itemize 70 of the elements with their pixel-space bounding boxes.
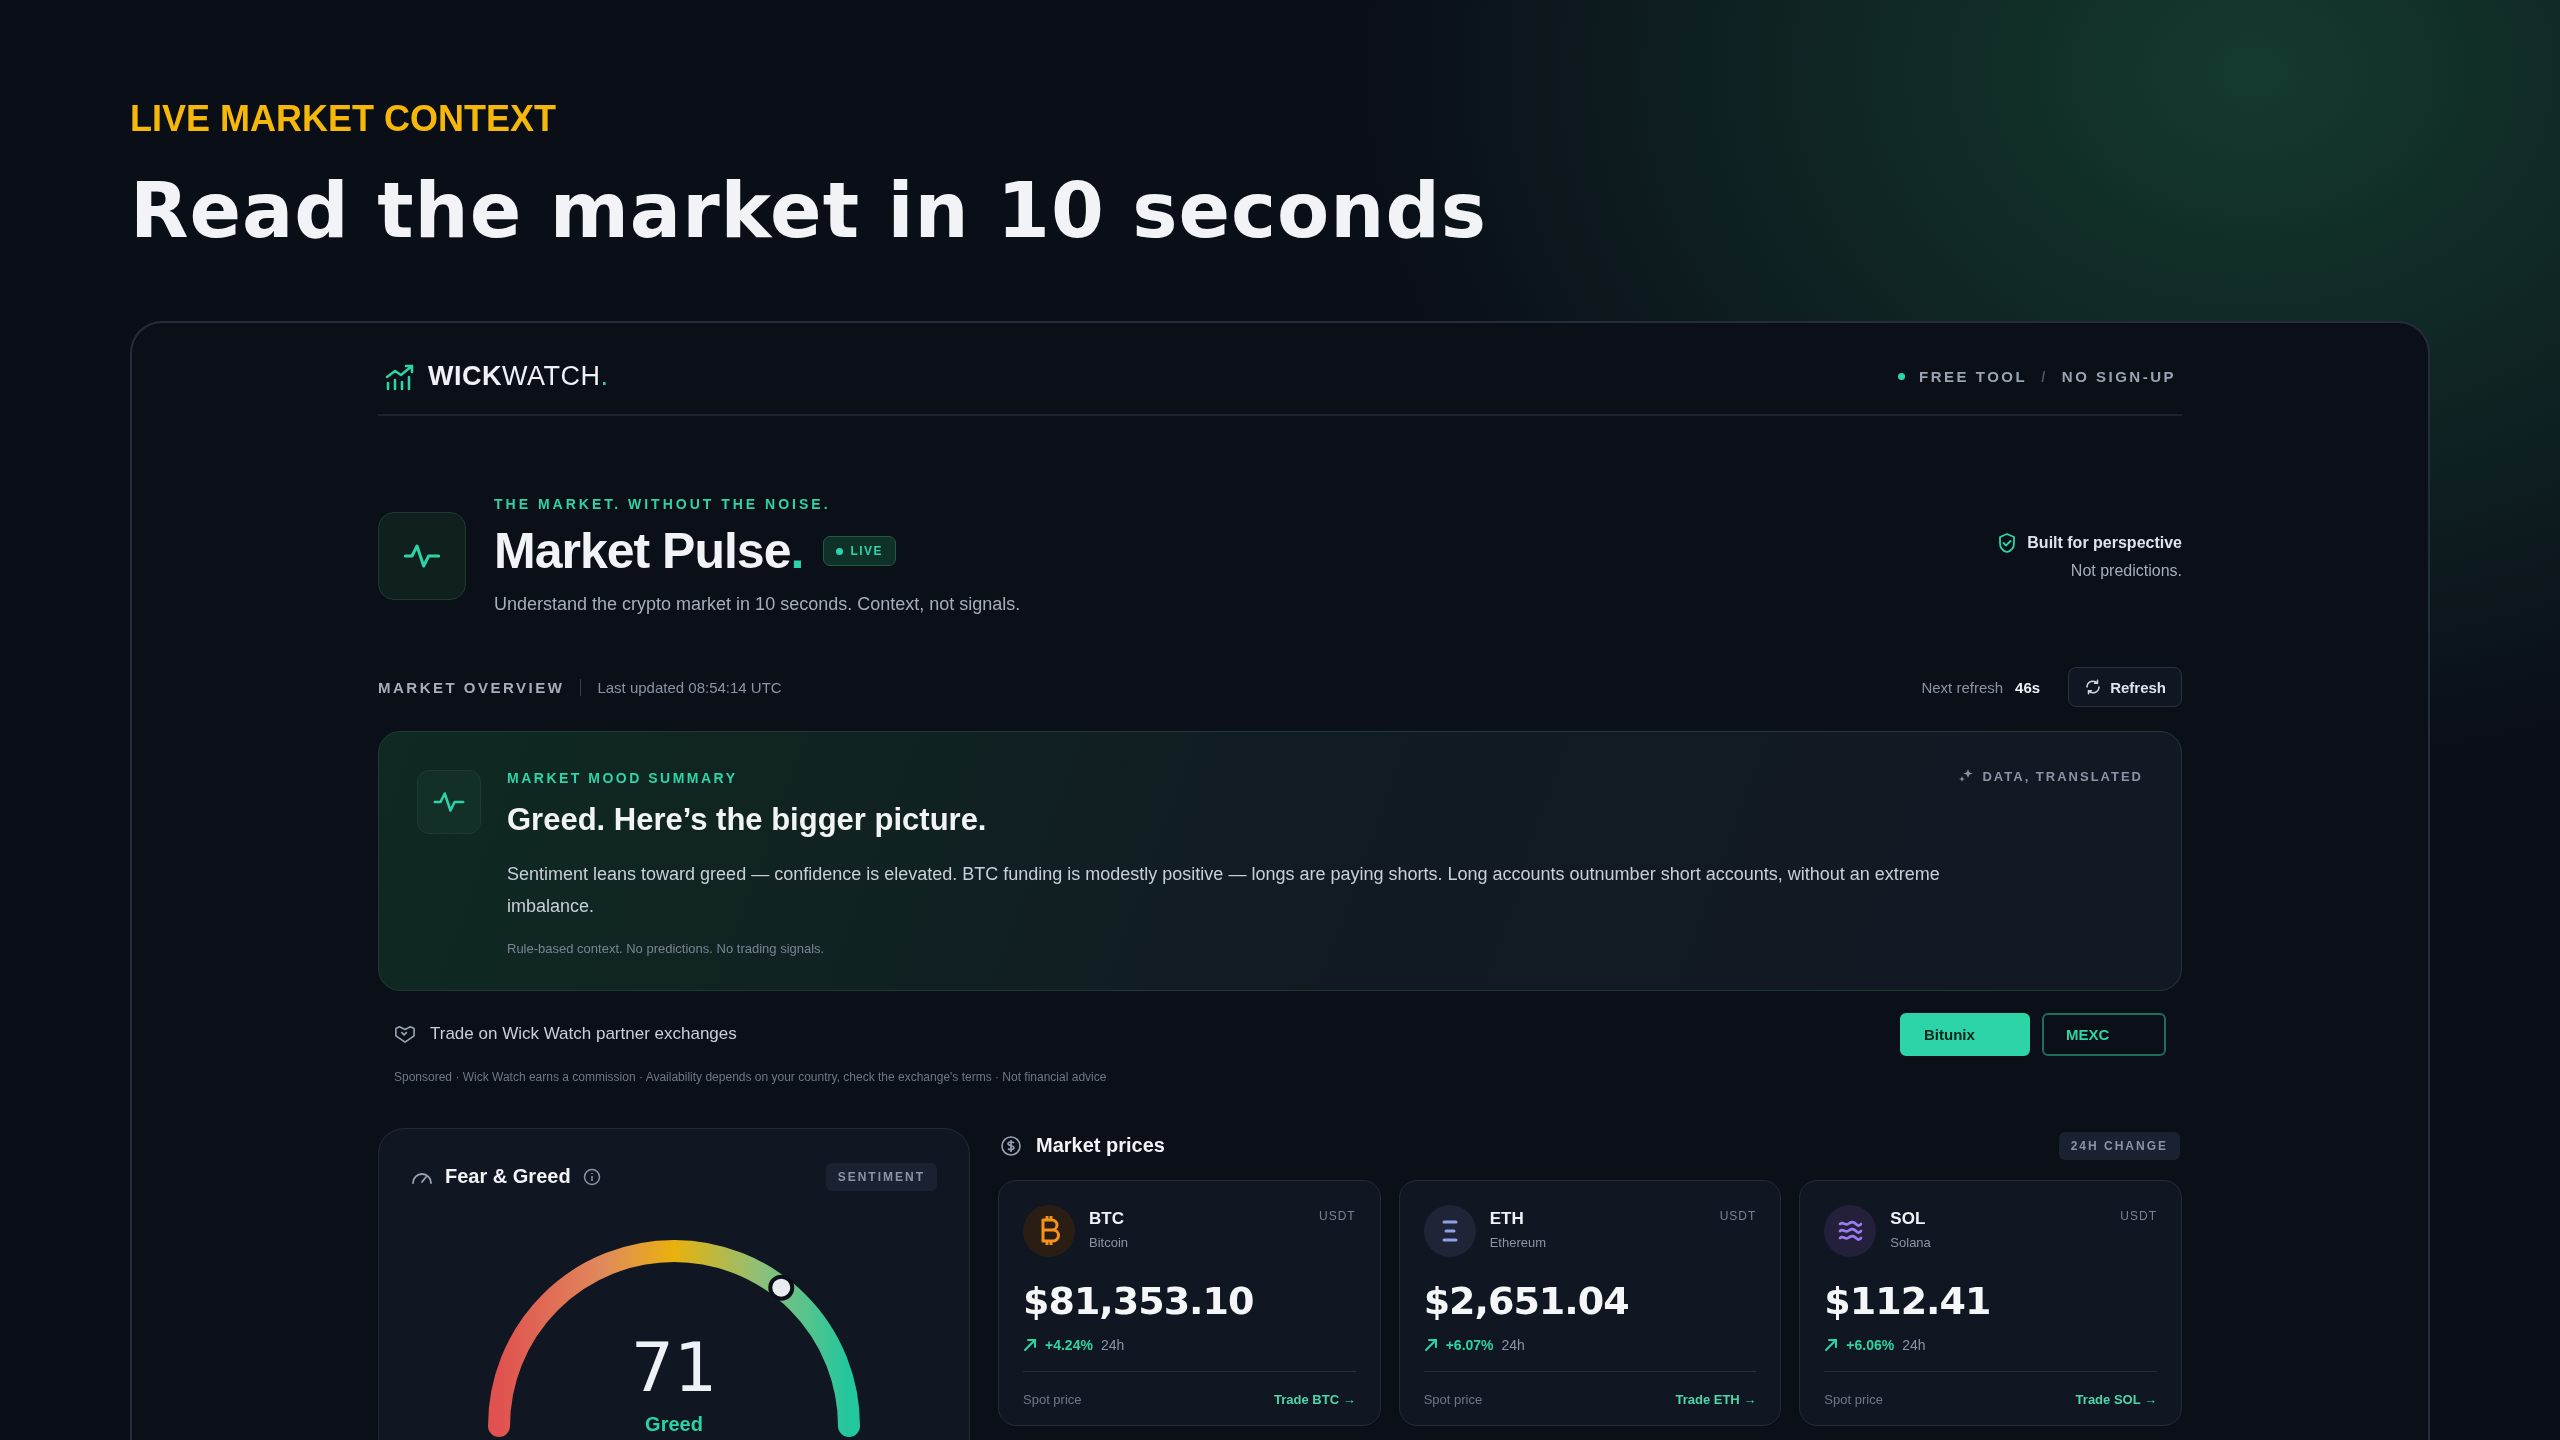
price-change: +6.07%	[1445, 1336, 1494, 1353]
page-title: Market Pulse.	[494, 522, 804, 580]
price-type: Spot price	[1023, 1391, 1082, 1407]
partner-text: Trade on Wick Watch partner exchanges	[430, 1024, 737, 1045]
next-refresh-label: Next refresh	[1921, 678, 2004, 696]
coin-symbol: SOL	[1890, 1208, 1927, 1229]
gauge-label: Greed	[645, 1412, 703, 1435]
price-type: Spot price	[1423, 1391, 1483, 1407]
coin-name: Solana	[1890, 1234, 1931, 1250]
card-eyebrow: MARKET MOOD SUMMARY	[507, 770, 738, 786]
quote-currency: USDT	[2120, 1208, 2157, 1223]
trade-link[interactable]: Trade SOL →	[2075, 1391, 2157, 1407]
change-period: 24h	[1501, 1336, 1525, 1353]
separator-slash: /	[2041, 368, 2048, 385]
mood-text: Sentiment leans toward greed — confidence is elevated. BTC funding is modestly positive — longs are paying shorts. Long accounts outnumber short accounts, without an extreme imbalance.	[507, 863, 1941, 919]
disclaimer: Sponsored · Wick Watch earns a commission · Availability depends on your country, check the exchange's terms · Not financial advice	[393, 1069, 1108, 1084]
coin-price: $81,353.10	[1023, 1278, 1255, 1323]
footnote: Rule-based context. No predictions. No trading signals.	[507, 940, 826, 956]
change-period: 24h	[1902, 1336, 1926, 1353]
sparkle-icon	[1958, 768, 1975, 784]
coin-name: Bitcoin	[1089, 1234, 1129, 1250]
exchange-button[interactable]: Bitunix	[1900, 1012, 2030, 1056]
tagline: THE MARKET. WITHOUT THE NOISE.	[494, 496, 832, 512]
dollar-icon	[1000, 1134, 1022, 1157]
coin-price: $2,651.04	[1423, 1278, 1630, 1323]
price-change: +4.24%	[1045, 1336, 1093, 1353]
trend-up-icon	[1824, 1337, 1839, 1352]
card-tag: DATA, TRANSLATED	[1982, 768, 2143, 784]
section-title: Read the market in 10 seconds	[130, 166, 1489, 255]
coin-symbol: ETH	[1489, 1208, 1525, 1229]
change-period: 24h	[1100, 1336, 1125, 1353]
quote-currency: USDT	[1319, 1208, 1356, 1223]
price-change: +6.06%	[1846, 1336, 1895, 1353]
gauge-pointer	[768, 1274, 795, 1301]
note-title: Built for perspective	[2027, 534, 2182, 552]
trade-link[interactable]: Trade BTC →	[1274, 1391, 1356, 1407]
bitcoin-icon	[1023, 1204, 1075, 1257]
header-tag: FREE TOOL	[1919, 368, 2028, 385]
coin-name: Ethereum	[1489, 1234, 1547, 1250]
refresh-icon	[2084, 678, 2103, 696]
coin-symbol: BTC	[1089, 1208, 1125, 1229]
last-updated: Last updated 08:54:14 UTC	[596, 678, 782, 696]
note-text: Not predictions.	[2069, 562, 2182, 580]
price-type: Spot price	[1824, 1391, 1883, 1407]
gauge-value: 71	[630, 1327, 718, 1407]
card-tag: SENTIMENT	[825, 1162, 937, 1191]
card-title: Fear & Greed	[445, 1165, 571, 1189]
trade-link[interactable]: Trade ETH →	[1675, 1391, 1757, 1407]
shield-check-icon	[1997, 532, 2018, 554]
mood-title: Greed. Here’s the bigger picture.	[507, 802, 988, 838]
status-dot-icon	[1898, 373, 1906, 380]
brand-logo: WICKWATCH.	[428, 361, 609, 392]
page-subtitle: Understand the crypto market in 10 seconds. Context, not signals.	[494, 594, 1022, 615]
solana-icon	[1824, 1204, 1877, 1257]
trend-up-icon	[1023, 1337, 1037, 1352]
section-label: MARKET OVERVIEW	[378, 678, 582, 696]
section-title: Market prices	[1036, 1134, 1165, 1158]
refresh-button[interactable]: Refresh	[2068, 667, 2182, 707]
quote-currency: USDT	[1719, 1208, 1757, 1223]
coin-price: $112.41	[1824, 1278, 1992, 1323]
header-tag: NO SIGN-UP	[2061, 368, 2176, 385]
next-refresh-countdown: 46s	[2015, 678, 2041, 696]
section-tag: 24H CHANGE	[2058, 1131, 2180, 1160]
trend-up-icon	[1423, 1337, 1438, 1352]
exchange-button[interactable]: MEXC	[2042, 1012, 2166, 1056]
chart-logo-icon	[384, 362, 416, 391]
section-eyebrow: LIVE MARKET CONTEXT	[130, 98, 557, 140]
info-icon	[582, 1167, 601, 1186]
live-badge: LIVE	[823, 536, 897, 566]
ethereum-icon	[1423, 1204, 1476, 1257]
